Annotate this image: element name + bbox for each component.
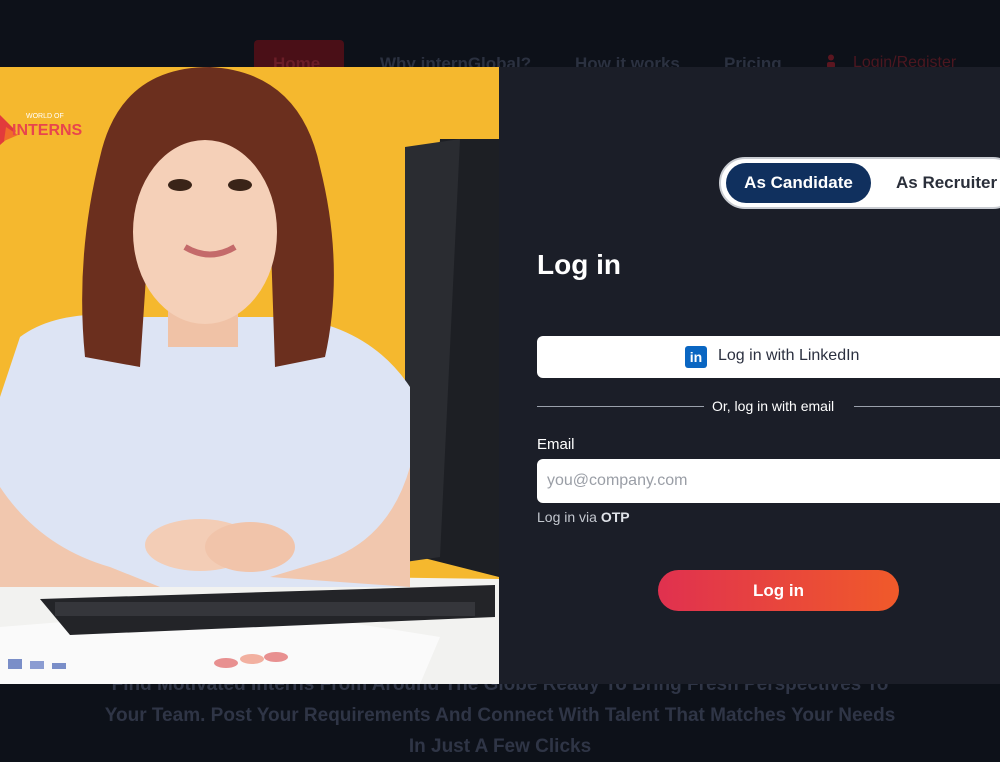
otp-link[interactable]: OTP [601,509,630,525]
login-form-panel: As Candidate As Recruiter Log in in Log … [499,67,1000,684]
linkedin-login-button[interactable]: in Log in with LinkedIn [537,336,1000,378]
as-recruiter-tab[interactable]: As Recruiter [896,163,997,203]
email-label: Email [537,436,575,453]
divider-line-right [854,406,1000,407]
user-icon [827,54,835,68]
background-hero-text: Find Motivated Interns From Around The G… [0,674,1000,762]
divider-line-left [537,406,704,407]
as-candidate-tab[interactable]: As Candidate [726,163,871,203]
otp-prefix: Log in via [537,509,597,525]
woman-at-desk-illustration [0,67,499,684]
form-title: Log in [537,249,621,280]
hero-text-line-3: In Just A Few Clicks [408,736,592,757]
role-toggle: As Candidate As Recruiter [719,157,1000,209]
linkedin-icon: in [685,346,707,368]
hero-photo: WORLD OF INTERNS [0,67,499,684]
email-field[interactable] [537,459,1000,503]
login-submit-button[interactable]: Log in [658,570,899,611]
linkedin-login-label: Log in with LinkedIn [718,347,860,364]
svg-text:WORLD OF: WORLD OF [26,113,64,120]
world-of-interns-logo: WORLD OF INTERNS [0,113,83,145]
login-modal: WORLD OF INTERNS As Candidate As Recruit… [0,67,1000,684]
svg-text:INTERNS: INTERNS [12,122,83,139]
hero-text-line-2: Your Team. Post Your Requirements And Co… [104,705,896,726]
divider-text: Or, log in with email [712,398,835,414]
otp-login-option: Log in via OTP [537,509,630,525]
